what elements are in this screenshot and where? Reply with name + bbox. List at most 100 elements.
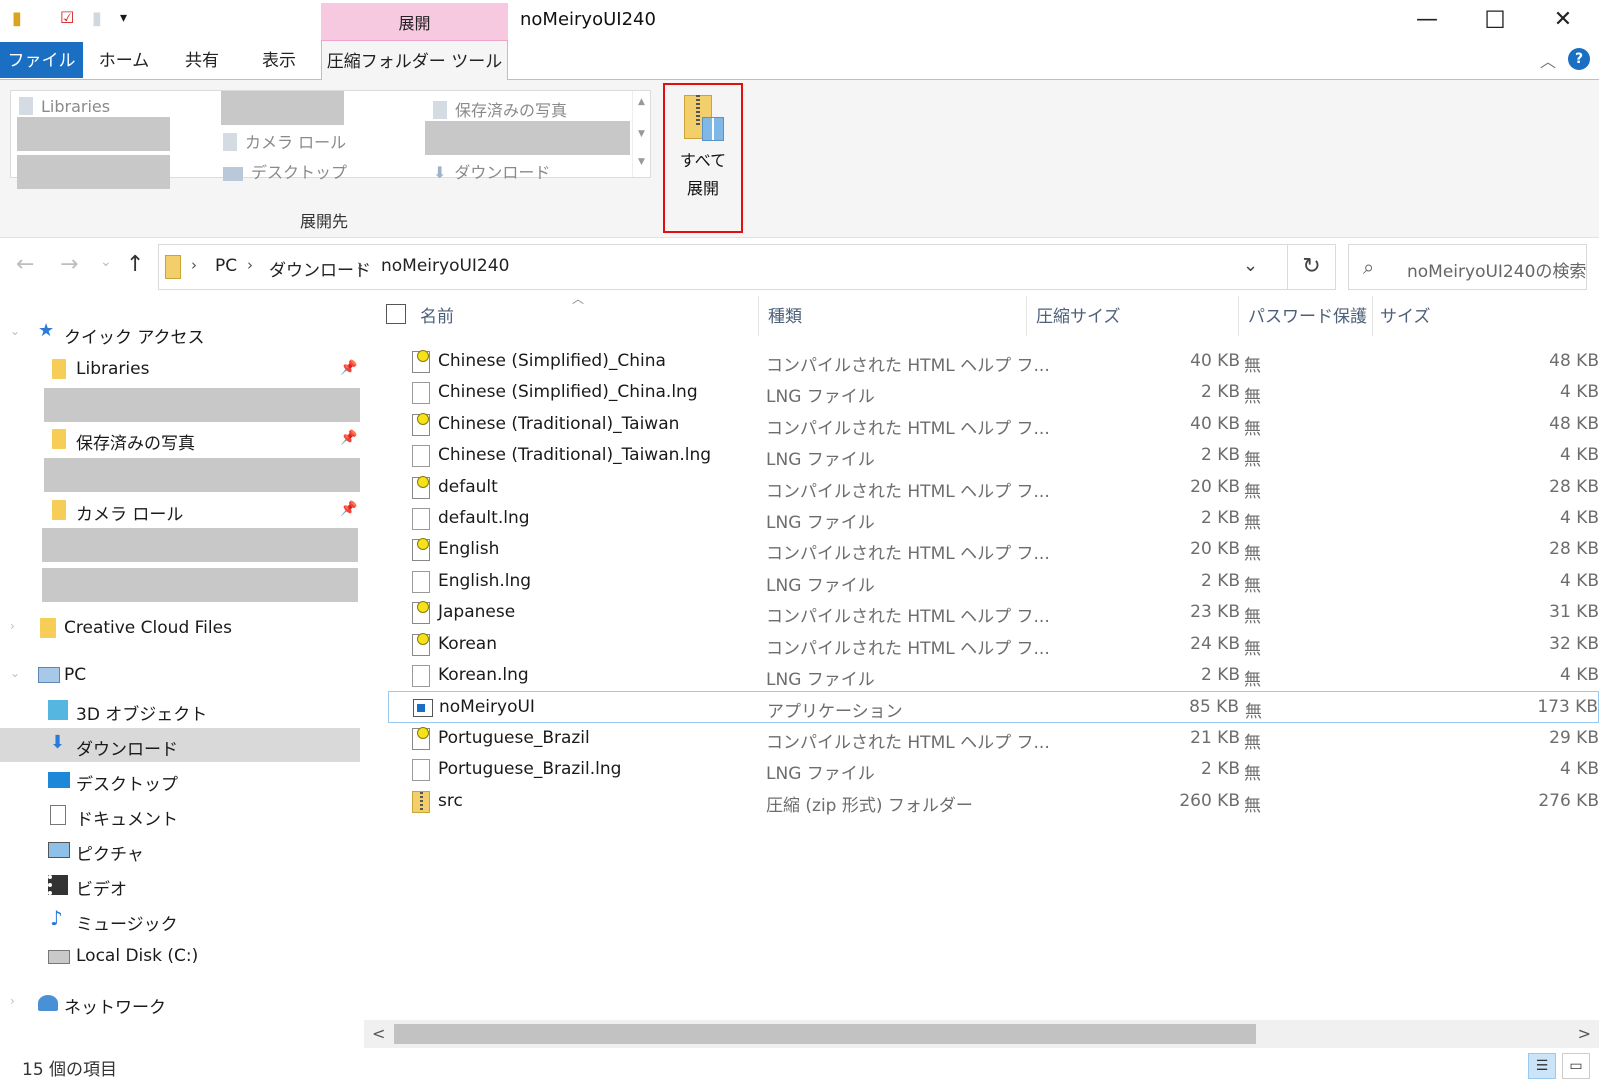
gallery-item-camera-roll[interactable]: カメラ ロール: [223, 129, 346, 153]
nav-desktop[interactable]: デスクトップ: [0, 763, 360, 797]
table-row[interactable]: Chinese (Simplified)_China コンパイルされた HTML …: [388, 346, 1599, 378]
table-row[interactable]: Chinese (Traditional)_Taiwan コンパイルされた HTM…: [388, 409, 1599, 441]
file-name: Japanese: [438, 602, 516, 623]
nav-3d-objects[interactable]: 3D オブジェクト: [0, 693, 360, 727]
compressed-size: 40 KB: [1190, 413, 1240, 434]
table-row[interactable]: default.lng LNG ファイル 2 KB 無 4 KB: [388, 503, 1599, 535]
extract-destination-gallery[interactable]: Libraries カメラ ロール デスクトップ 保存済みの写真 ⬇ ダウンロード…: [10, 90, 651, 189]
breadcrumb-current[interactable]: noMeiryoUI240: [381, 256, 509, 276]
select-all-checkbox[interactable]: [386, 304, 406, 324]
table-row[interactable]: Chinese (Traditional)_Taiwan.lng LNG ファイル…: [388, 440, 1599, 472]
nav-creative-cloud-files[interactable]: › Creative Cloud Files: [0, 611, 360, 645]
nav-libraries[interactable]: Libraries 📌: [0, 352, 360, 386]
nav-videos[interactable]: ビデオ: [0, 868, 360, 902]
column-header-name[interactable]: 名前: [420, 302, 454, 327]
file-type: アプリケーション: [767, 702, 903, 723]
quick-access-dropdown-icon[interactable]: ▾: [120, 10, 127, 26]
chevron-right-icon[interactable]: ›: [10, 994, 15, 1008]
table-row[interactable]: Korean.lng LNG ファイル 2 KB 無 4 KB: [388, 660, 1599, 692]
refresh-button[interactable]: ↻: [1288, 244, 1336, 290]
minimize-button[interactable]: —: [1404, 4, 1450, 36]
gallery-item-saved-pictures[interactable]: 保存済みの写真: [433, 97, 567, 121]
breadcrumb-separator[interactable]: ›: [357, 256, 363, 274]
up-button[interactable]: ↑: [126, 252, 144, 277]
breadcrumb-pc[interactable]: PC: [215, 256, 237, 276]
nav-quick-access[interactable]: ⌄ ★ クイック アクセス: [0, 316, 360, 350]
gallery-item-downloads[interactable]: ⬇ ダウンロード: [433, 159, 550, 183]
gallery-item-desktop[interactable]: デスクトップ: [223, 159, 347, 183]
navigation-bar: ← → ⌄ ↑ › PC › ダウンロード › noMeiryoUI240 ⌄ …: [0, 238, 1599, 296]
nav-network[interactable]: › ネットワーク: [0, 986, 360, 1020]
column-divider: [1238, 296, 1239, 336]
table-row[interactable]: src 圧縮 (zip 形式) フォルダー 260 KB 無 276 KB: [388, 786, 1599, 818]
forward-button[interactable]: →: [60, 252, 78, 277]
help-file-icon: [412, 412, 430, 436]
document-icon: [50, 805, 66, 825]
search-input[interactable]: noMeiryoUI240の検索: [1407, 257, 1586, 282]
large-icons-view-icon[interactable]: ▭: [1562, 1053, 1590, 1079]
pin-icon[interactable]: 📌: [340, 360, 357, 376]
breadcrumb-separator[interactable]: ›: [247, 256, 253, 274]
chevron-down-icon[interactable]: ⌄: [10, 324, 20, 338]
compressed-size: 24 KB: [1190, 633, 1240, 654]
chevron-right-icon[interactable]: ›: [10, 619, 15, 633]
document-icon: [412, 665, 430, 687]
table-row[interactable]: Japanese コンパイルされた HTML ヘルプ フ... 23 KB 無 31 K…: [388, 597, 1599, 629]
table-row[interactable]: default コンパイルされた HTML ヘルプ フ... 20 KB 無 28 KB: [388, 472, 1599, 504]
table-row[interactable]: English.lng LNG ファイル 2 KB 無 4 KB: [388, 566, 1599, 598]
table-row[interactable]: noMeiryoUI アプリケーション 85 KB 無 173 KB: [388, 691, 1599, 724]
collapse-ribbon-icon[interactable]: ︿: [1540, 48, 1556, 72]
help-icon[interactable]: ?: [1568, 48, 1590, 70]
breadcrumb-downloads[interactable]: ダウンロード: [269, 256, 371, 281]
extract-all-button[interactable]: すべて 展開: [663, 83, 743, 233]
properties-icon[interactable]: ☑: [60, 8, 74, 27]
more-icon[interactable]: ▼: [633, 157, 650, 167]
address-bar[interactable]: › PC › ダウンロード › noMeiryoUI240 ⌄: [158, 244, 1288, 290]
scroll-right-icon[interactable]: >: [1578, 1024, 1591, 1043]
nav-pictures[interactable]: ピクチャ: [0, 833, 360, 867]
nav-pc[interactable]: ⌄ PC: [0, 658, 360, 692]
column-header-password[interactable]: パスワード保護: [1248, 302, 1367, 327]
column-header-compressed-size[interactable]: 圧縮サイズ: [1036, 302, 1121, 327]
column-header-size[interactable]: サイズ: [1380, 302, 1431, 327]
back-button[interactable]: ←: [16, 252, 34, 277]
tab-compressed-folder-tools[interactable]: 圧縮フォルダー ツール: [321, 40, 508, 81]
chevron-down-icon[interactable]: ⌄: [10, 666, 20, 680]
tab-file[interactable]: ファイル: [0, 42, 83, 78]
gallery-scrollbar[interactable]: ▲ ▼ ▼: [632, 91, 650, 177]
address-dropdown-icon[interactable]: ⌄: [1243, 255, 1258, 276]
new-folder-icon[interactable]: ▮: [92, 8, 102, 29]
scroll-up-icon[interactable]: ▲: [633, 97, 650, 107]
network-icon: [38, 995, 58, 1011]
table-row[interactable]: Portuguese_Brazil コンパイルされた HTML ヘルプ フ... 2…: [388, 723, 1599, 755]
close-button[interactable]: ✕: [1540, 4, 1586, 36]
tab-share[interactable]: 共有: [170, 40, 234, 80]
redacted-block: [42, 568, 358, 602]
nav-documents[interactable]: ドキュメント: [0, 798, 360, 832]
horizontal-scrollbar[interactable]: < >: [364, 1020, 1599, 1048]
pin-icon[interactable]: 📌: [340, 501, 357, 517]
table-row[interactable]: Korean コンパイルされた HTML ヘルプ フ... 24 KB 無 32 KB: [388, 629, 1599, 661]
nav-local-disk[interactable]: Local Disk (C:): [0, 939, 360, 973]
tab-view[interactable]: 表示: [246, 40, 312, 80]
details-view-icon[interactable]: ☰: [1528, 1053, 1556, 1079]
table-row[interactable]: English コンパイルされた HTML ヘルプ フ... 20 KB 無 28 KB: [388, 534, 1599, 566]
nav-saved-pictures[interactable]: 保存済みの写真 📌: [0, 422, 360, 456]
tab-home[interactable]: ホーム: [90, 40, 158, 80]
table-row[interactable]: Portuguese_Brazil.lng LNG ファイル 2 KB 無 4 KB: [388, 754, 1599, 786]
maximize-button[interactable]: ☐: [1472, 4, 1518, 36]
search-box[interactable]: ⌕ noMeiryoUI240の検索: [1348, 244, 1587, 290]
table-row[interactable]: Chinese (Simplified)_China.lng LNG ファイル 2 …: [388, 377, 1599, 409]
pin-icon[interactable]: 📌: [340, 430, 357, 446]
nav-camera-roll[interactable]: カメラ ロール 📌: [0, 493, 360, 527]
scroll-thumb[interactable]: [394, 1024, 1256, 1044]
column-header-type[interactable]: 種類: [768, 302, 802, 327]
scroll-down-icon[interactable]: ▼: [633, 129, 650, 139]
sort-ascending-icon: ︿: [572, 292, 585, 306]
nav-downloads[interactable]: ⬇ ダウンロード: [0, 728, 360, 762]
scroll-left-icon[interactable]: <: [372, 1024, 385, 1043]
recent-locations-button[interactable]: ⌄: [100, 254, 112, 270]
nav-music[interactable]: ♪ ミュージック: [0, 903, 360, 937]
gallery-item-libraries[interactable]: Libraries: [19, 97, 110, 116]
breadcrumb-separator[interactable]: ›: [191, 256, 197, 274]
